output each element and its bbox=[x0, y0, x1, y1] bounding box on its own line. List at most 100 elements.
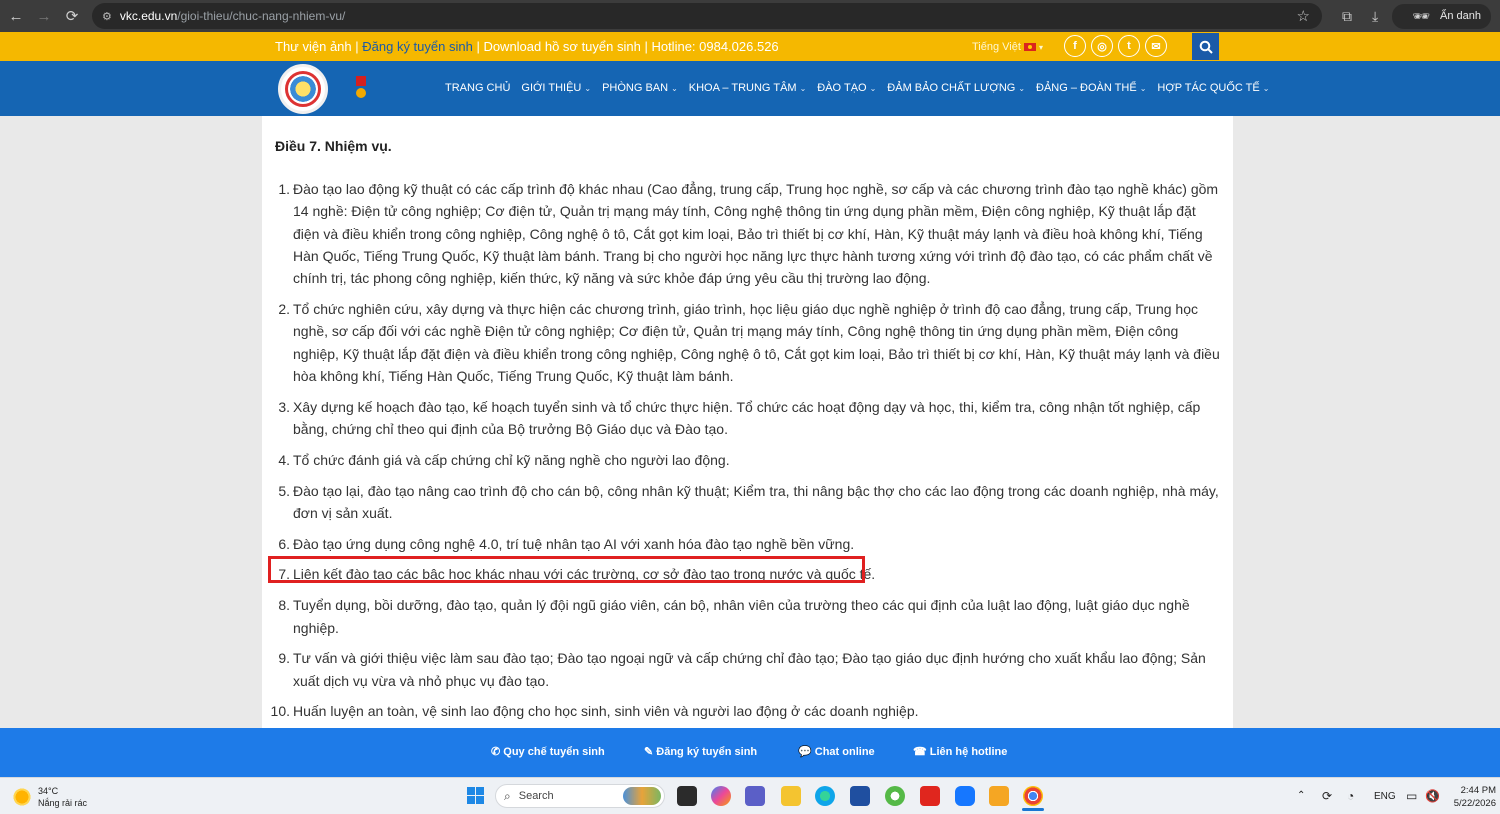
duty-text: Huấn luyện an toàn, vệ sinh lao động cho… bbox=[293, 703, 919, 720]
coccoc-icon[interactable] bbox=[885, 786, 905, 806]
duty-number: 4. bbox=[278, 451, 290, 468]
forward-icon[interactable]: → bbox=[30, 2, 58, 30]
duty-number: 10. bbox=[270, 703, 290, 720]
admission-rules-button[interactable]: ✆ Quy chế tuyển sinh bbox=[491, 745, 605, 758]
duty-item: 3. Xây dựng kế hoạch đào tạo, kế hoạch tu… bbox=[271, 396, 1221, 441]
menu-item-label: PHÒNG BAN bbox=[602, 82, 669, 94]
main-menu: TRANG CHỦ GIỚI THIỆU ⌄ PHÒNG BAN ⌄ KHOA – TRU… bbox=[445, 82, 1280, 94]
download-link[interactable]: Download hồ sơ tuyển sinh bbox=[483, 39, 640, 54]
separator: | bbox=[351, 39, 363, 54]
windows-start-icon[interactable] bbox=[467, 787, 484, 804]
chat-online-button[interactable]: 💬 Chat online bbox=[798, 745, 875, 758]
back-icon[interactable]: ← bbox=[2, 2, 30, 30]
site-info-icon[interactable]: ⚙ bbox=[102, 10, 112, 23]
sun-icon bbox=[12, 787, 32, 807]
menu-item-label: HỢP TÁC QUỐC TẾ bbox=[1157, 82, 1260, 94]
facebook-icon[interactable]: f bbox=[1064, 35, 1086, 57]
duty-number: 9. bbox=[278, 650, 290, 667]
weather-desc: Nắng rải rác bbox=[38, 798, 88, 808]
menu-item[interactable]: HỢP TÁC QUỐC TẾ ⌄ bbox=[1157, 82, 1269, 94]
register-admission-label: Đăng ký tuyển sinh bbox=[656, 746, 758, 758]
url-path: /gioi-thieu/chuc-nang-nhiem-vu/ bbox=[177, 9, 346, 23]
chevron-down-icon: ⌄ bbox=[584, 83, 592, 93]
teams-icon[interactable] bbox=[745, 786, 765, 806]
incognito-icon: 🕶 bbox=[1412, 7, 1430, 24]
top-info-bar: Thư viện ảnh | Đăng ký tuyển sinh | Down… bbox=[0, 32, 1500, 61]
sync-icon[interactable]: ⟳ bbox=[1322, 789, 1332, 803]
weather-temp: 34°C bbox=[38, 786, 59, 796]
taskbar-search[interactable]: ⌕ Search bbox=[495, 784, 665, 808]
menu-item[interactable]: KHOA – TRUNG TÂM ⌄ bbox=[689, 82, 807, 94]
network-icon[interactable]: ◔ bbox=[1347, 789, 1354, 803]
volume-muted-icon[interactable]: 🔇 bbox=[1425, 789, 1440, 803]
register-link[interactable]: Đăng ký tuyển sinh bbox=[362, 39, 473, 54]
duty-number: 1. bbox=[278, 181, 290, 197]
hotline-text[interactable]: Hotline: 0984.026.526 bbox=[651, 39, 778, 54]
duty-text: Đào tạo ứng dụng công nghệ 4.0, trí tuệ … bbox=[293, 535, 855, 552]
menu-item-label: GIỚI THIỆU bbox=[521, 82, 582, 94]
menu-item[interactable]: TRANG CHỦ bbox=[445, 82, 510, 94]
tray-chevron-up-icon[interactable]: ⌃ bbox=[1297, 790, 1305, 801]
menu-item[interactable]: ĐẢNG – ĐOÀN THỂ ⌄ bbox=[1036, 82, 1146, 94]
menu-item[interactable]: ĐẢM BẢO CHẤT LƯỢNG ⌄ bbox=[887, 82, 1025, 94]
search-icon: ⌕ bbox=[504, 788, 511, 803]
active-app-indicator bbox=[1022, 808, 1044, 811]
menu-item[interactable]: GIỚI THIỆU ⌄ bbox=[521, 82, 591, 94]
library-link[interactable]: Thư viện ảnh bbox=[275, 39, 352, 54]
app-icon[interactable] bbox=[989, 786, 1009, 806]
reload-icon[interactable]: ⟳ bbox=[58, 2, 86, 30]
display-icon[interactable]: ▭ bbox=[1406, 789, 1417, 803]
weather-widget[interactable]: 34°C Nắng rải rác bbox=[12, 785, 87, 809]
instagram-icon[interactable]: ◎ bbox=[1091, 35, 1113, 57]
chevron-down-icon: ⌄ bbox=[1262, 83, 1270, 93]
language-label: Tiếng Việt bbox=[972, 41, 1021, 53]
bookmark-star-icon[interactable]: ☆ bbox=[1297, 7, 1310, 25]
file-explorer-icon[interactable] bbox=[781, 786, 801, 806]
taskbar-search-label: Search bbox=[518, 790, 554, 802]
vietnam-flag-icon bbox=[1023, 43, 1036, 52]
search-button[interactable] bbox=[1192, 33, 1219, 60]
chevron-down-icon: ▾ bbox=[1038, 43, 1043, 52]
hotline-contact-button[interactable]: ☎ Liên hệ hotline bbox=[913, 745, 1007, 758]
social-links: f ◎ t ✉ bbox=[1064, 35, 1167, 57]
duty-text: Tuyển dụng, bồi dưỡng, đào tạo, quản lý … bbox=[293, 597, 1190, 636]
separator: | bbox=[640, 39, 652, 54]
duty-item: 2. Tổ chức nghiên cứu, xây dựng và thực h… bbox=[271, 298, 1221, 387]
menu-item-label: ĐẢNG – ĐOÀN THỂ bbox=[1036, 82, 1137, 94]
store-icon[interactable] bbox=[850, 786, 870, 806]
shield-app-icon[interactable] bbox=[920, 786, 940, 806]
duty-text: Tư vấn và giới thiệu việc làm sau đào tạ… bbox=[293, 650, 1206, 689]
chrome-icon[interactable] bbox=[1023, 786, 1043, 806]
duty-item: 6. Đào tạo ứng dụng công nghệ 4.0, trí tu… bbox=[271, 533, 1221, 555]
download-icon[interactable]: ⤓ bbox=[1372, 8, 1378, 25]
chat-icon: 💬 bbox=[798, 746, 812, 758]
language-selector[interactable]: Tiếng Việt ▾ bbox=[972, 41, 1043, 53]
screen-capture-icon[interactable]: ⧉ bbox=[1342, 8, 1352, 25]
chevron-down-icon: ⌄ bbox=[1139, 83, 1147, 93]
address-bar[interactable]: ⚙ vkc.edu.vn/gioi-thieu/chuc-nang-nhiem-… bbox=[92, 3, 1322, 29]
duty-item: 10. Huấn luyện an toàn, vệ sinh lao động … bbox=[271, 700, 1221, 722]
duty-item: 4. Tổ chức đánh giá và cấp chứng chỉ kỹ n… bbox=[271, 449, 1221, 471]
menu-item[interactable]: ĐÀO TẠO ⌄ bbox=[817, 82, 876, 94]
twitter-icon[interactable]: t bbox=[1118, 35, 1140, 57]
zalo-icon[interactable] bbox=[955, 786, 975, 806]
language-indicator[interactable]: ENG bbox=[1374, 791, 1396, 802]
copilot-icon[interactable] bbox=[711, 786, 731, 806]
email-icon[interactable]: ✉ bbox=[1145, 35, 1167, 57]
medal-icon bbox=[356, 76, 366, 100]
highlight-annotation-box bbox=[268, 556, 865, 583]
hotline-contact-label: Liên hệ hotline bbox=[929, 746, 1008, 758]
article-heading: Điều 7. Nhiệm vụ. bbox=[275, 138, 392, 154]
chat-online-label: Chat online bbox=[814, 746, 875, 758]
incognito-profile-button[interactable]: 🕶 Ẩn danh bbox=[1392, 3, 1491, 29]
system-clock[interactable]: 2:44 PM 5/22/2026 bbox=[1450, 784, 1496, 810]
edge-icon[interactable] bbox=[815, 786, 835, 806]
browser-toolbar: ← → ⟳ ⚙ vkc.edu.vn/gioi-thieu/chuc-nang-… bbox=[0, 0, 1500, 32]
duty-text: Tổ chức đánh giá và cấp chứng chỉ kỹ năn… bbox=[293, 451, 730, 468]
task-view-icon[interactable] bbox=[677, 786, 697, 806]
school-logo[interactable] bbox=[278, 64, 328, 114]
menu-item[interactable]: PHÒNG BAN ⌄ bbox=[602, 82, 678, 94]
duty-number: 6. bbox=[278, 535, 290, 552]
duty-number: 5. bbox=[278, 482, 290, 499]
register-admission-button[interactable]: ✎ Đăng ký tuyển sinh bbox=[644, 745, 757, 758]
